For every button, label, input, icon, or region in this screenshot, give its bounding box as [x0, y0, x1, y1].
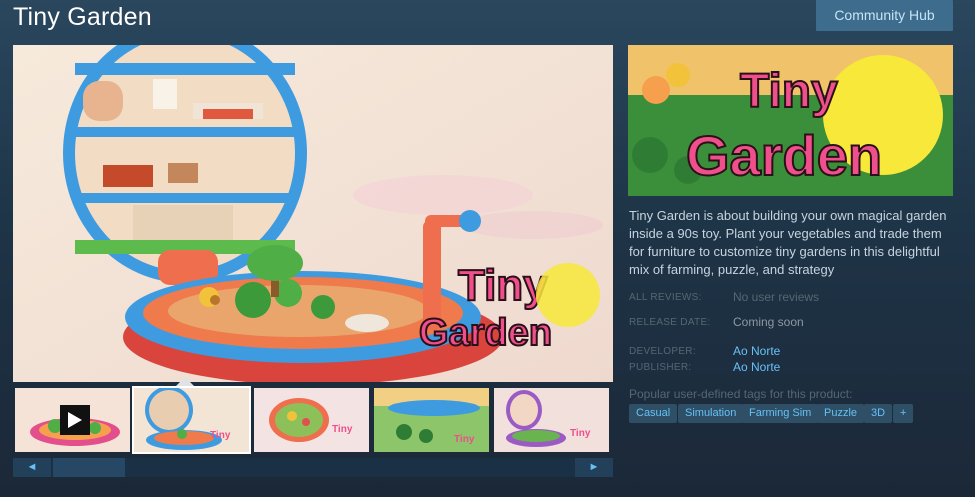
scroll-right-button[interactable]: ► — [575, 458, 613, 477]
all-reviews-label: ALL REVIEWS: — [629, 292, 702, 303]
community-hub-button[interactable]: Community Hub — [816, 0, 953, 31]
capsule-logo-garden: Garden — [686, 124, 882, 187]
arrow-left-icon: ◄ — [26, 461, 38, 473]
developer-label: DEVELOPER: — [629, 346, 696, 357]
release-date-value: Coming soon — [733, 315, 804, 329]
tags-heading: Popular user-defined tags for this produ… — [629, 387, 853, 401]
thumbnail-1[interactable]: Tiny — [132, 386, 251, 454]
arrow-right-icon: ► — [588, 461, 600, 473]
game-description: Tiny Garden is about building your own m… — [629, 208, 947, 277]
tag-puzzle[interactable]: Puzzle — [817, 404, 865, 423]
thumbnail-4[interactable]: Tiny — [494, 388, 609, 452]
publisher-label: PUBLISHER: — [629, 362, 692, 373]
tag-3d[interactable]: 3D — [864, 404, 893, 423]
main-screenshot-image: Tiny Garden — [13, 45, 613, 382]
developer-link[interactable]: Ao Norte — [733, 344, 780, 358]
thumbnail-strip: Tiny Tiny Tiny Tiny — [13, 386, 613, 454]
tag-farming-sim[interactable]: Farming Sim — [742, 404, 819, 423]
svg-text:Tiny: Tiny — [454, 434, 475, 445]
publisher-link[interactable]: Ao Norte — [733, 360, 780, 374]
logo-tiny-text: Tiny — [458, 261, 548, 310]
capsule-logo-tiny: Tiny — [740, 65, 838, 118]
tag-simulation[interactable]: Simulation — [678, 404, 744, 423]
thumbnail-1-image: Tiny — [134, 388, 249, 452]
game-title: Tiny Garden — [13, 3, 152, 31]
thumbnail-2-image: Tiny — [254, 388, 369, 452]
svg-text:Tiny: Tiny — [210, 430, 231, 441]
play-icon — [68, 412, 82, 428]
header-capsule-image: Tiny Garden — [628, 45, 953, 196]
thumbnail-scrollbar[interactable]: ◄ ► — [13, 458, 613, 477]
svg-text:Tiny: Tiny — [332, 424, 353, 435]
tag-more-button[interactable]: + — [893, 404, 914, 423]
thumbnail-3-image: Tiny — [374, 388, 489, 452]
selected-thumb-pointer — [176, 377, 194, 386]
scrollbar-handle[interactable] — [53, 458, 125, 477]
thumbnail-4-image: Tiny — [494, 388, 609, 452]
capsule-art: Tiny Garden — [628, 45, 953, 196]
scroll-left-button[interactable]: ◄ — [13, 458, 51, 477]
tag-casual[interactable]: Casual — [629, 404, 678, 423]
svg-text:Tiny: Tiny — [570, 428, 591, 439]
all-reviews-value: No user reviews — [733, 290, 820, 304]
store-page: Tiny Garden Community Hub Tiny Garden Ti… — [0, 0, 975, 497]
main-screenshot[interactable]: Tiny Garden — [13, 45, 613, 382]
logo-garden-text: Garden — [419, 312, 552, 354]
thumbnail-video[interactable] — [15, 388, 130, 452]
thumbnail-3[interactable]: Tiny — [374, 388, 489, 452]
release-date-label: RELEASE DATE: — [629, 317, 711, 328]
thumbnail-2[interactable]: Tiny — [254, 388, 369, 452]
